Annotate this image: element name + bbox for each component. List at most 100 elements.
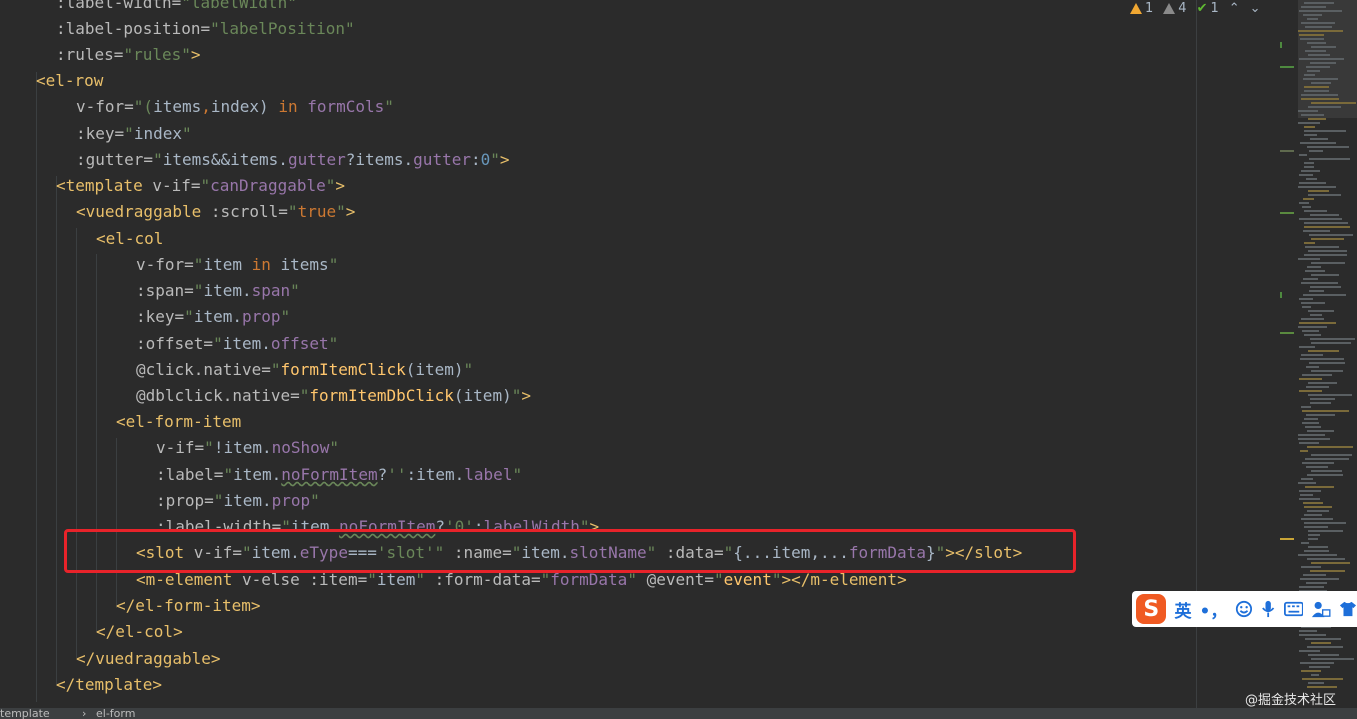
change-mark[interactable] — [1280, 332, 1294, 334]
minimap-line — [1299, 390, 1322, 392]
user-icon[interactable] — [1311, 599, 1331, 619]
warning-icon — [1130, 2, 1142, 14]
minimap-line — [1311, 238, 1344, 240]
change-mark[interactable] — [1280, 292, 1282, 298]
minimap-line — [1311, 642, 1331, 644]
ime-language[interactable]: 英 — [1174, 597, 1191, 622]
code-token: " — [512, 465, 523, 484]
smiley-icon[interactable] — [1235, 599, 1253, 619]
minimap-line — [1304, 226, 1350, 228]
code-line[interactable]: :label-width="labelWidth" — [56, 0, 297, 16]
weak-warnings-count[interactable]: 4 — [1163, 1, 1187, 16]
minimap-line — [1300, 358, 1344, 360]
minimap-line — [1301, 6, 1326, 8]
ime-punctuation[interactable]: •， — [1199, 597, 1227, 622]
code-token: " — [310, 491, 320, 510]
minimap-line — [1300, 450, 1308, 452]
code-line[interactable]: <vuedraggable :scroll="true"> — [76, 199, 355, 225]
minimap-line — [1299, 58, 1344, 60]
code-token: items — [153, 97, 202, 116]
code-token: "labelWidth" — [181, 0, 297, 12]
minimap-line — [1307, 266, 1321, 268]
minimap-line — [1305, 486, 1334, 488]
code-token: " — [200, 176, 211, 195]
code-line[interactable]: :key="item.prop" — [136, 304, 290, 330]
microphone-icon[interactable] — [1261, 599, 1275, 619]
code-token: :key= — [136, 307, 185, 326]
code-line[interactable]: :offset="item.offset" — [136, 331, 338, 357]
minimap-line — [1302, 678, 1343, 680]
minimap-line — [1300, 494, 1313, 496]
minimap-line — [1307, 510, 1329, 512]
code-token: item. — [193, 307, 242, 326]
code-token: " — [325, 176, 336, 195]
minimap-line — [1304, 526, 1328, 528]
minimap-line — [1301, 22, 1335, 24]
code-token: v-for= — [76, 97, 134, 116]
minimap-line — [1301, 98, 1339, 100]
minimap-line — [1311, 102, 1356, 104]
code-token: :label-width= — [56, 0, 182, 12]
code-token: :gutter= — [76, 150, 154, 169]
minimap-line — [1304, 74, 1315, 76]
breadcrumb-item[interactable]: el-form — [96, 708, 135, 719]
code-token: " — [336, 202, 346, 221]
minimap-line — [1310, 570, 1345, 572]
code-line[interactable]: </vuedraggable> — [76, 646, 221, 672]
code-line[interactable]: <template v-if="canDraggable"> — [56, 173, 345, 199]
warnings-count[interactable]: 1 — [1130, 1, 1153, 16]
keyboard-icon[interactable] — [1283, 600, 1304, 618]
code-token: :label= — [156, 465, 224, 484]
code-token: , — [201, 97, 211, 116]
minimap-line — [1301, 282, 1338, 284]
minimap-line — [1301, 478, 1313, 480]
ime-logo[interactable]: S — [1136, 594, 1167, 624]
code-line[interactable]: :span="item.span" — [136, 278, 300, 304]
minimap-line — [1311, 342, 1351, 344]
change-mark[interactable] — [1280, 212, 1294, 214]
code-line[interactable]: :gutter="items&&items.gutter?items.gutte… — [76, 147, 510, 173]
code-line[interactable]: @click.native="formItemClick(item)" — [136, 357, 473, 383]
shirt-icon[interactable] — [1339, 599, 1357, 619]
code-editor[interactable]: :label-width="labelWidth":label-position… — [0, 0, 1270, 710]
code-line[interactable]: :rules="rules"> — [56, 42, 201, 68]
warning-mark[interactable] — [1280, 538, 1294, 540]
code-line[interactable]: </el-form-item> — [116, 593, 261, 619]
breadcrumb-item[interactable]: template — [0, 708, 50, 719]
minimap-line — [1299, 10, 1342, 12]
code-line[interactable]: v-for="item in items" — [136, 252, 338, 278]
arrow-up-icon[interactable]: ⌃ — [1229, 1, 1240, 16]
minimap-line — [1299, 630, 1317, 632]
code-token: ? — [377, 465, 388, 484]
code-line[interactable]: :key="index" — [76, 121, 192, 147]
code-line[interactable]: v-if="!item.noShow" — [156, 435, 339, 461]
inspection-widget[interactable]: 1 4 ✔ 1 ⌃ ⌄ — [1130, 0, 1261, 16]
code-line[interactable]: <el-form-item — [116, 409, 241, 435]
code-line[interactable]: @dblclick.native="formItemDbClick(item)"… — [136, 383, 531, 409]
code-token: gutter — [287, 150, 346, 169]
minimap-line — [1309, 290, 1324, 292]
ok-count[interactable]: ✔ 1 — [1197, 1, 1219, 16]
code-token: "labelPosition" — [210, 19, 355, 38]
ime-toolbar[interactable]: S 英 •， — [1132, 591, 1357, 627]
minimap-line — [1311, 454, 1352, 456]
code-line[interactable]: :label="item.noFormItem?'':item.label" — [156, 462, 522, 488]
minimap-line — [1304, 126, 1315, 128]
code-token: formItemClick — [280, 360, 406, 379]
code-line[interactable]: </template> — [56, 672, 162, 698]
minimap-line — [1301, 670, 1321, 672]
change-mark[interactable] — [1280, 150, 1294, 152]
code-line[interactable]: :label-position="labelPosition" — [56, 16, 355, 42]
code-token: <template — [56, 176, 153, 195]
minimap-line — [1301, 566, 1321, 568]
change-mark[interactable] — [1280, 42, 1282, 48]
code-line[interactable]: :prop="item.prop" — [156, 488, 320, 514]
code-line[interactable]: v-for="(items,index) in formCols" — [76, 94, 394, 120]
minimap-line — [1303, 294, 1346, 296]
code-token: </vuedraggable> — [76, 649, 221, 668]
code-line[interactable]: </el-col> — [96, 619, 183, 645]
change-mark[interactable] — [1280, 66, 1294, 68]
code-line[interactable]: <el-row — [36, 68, 103, 94]
arrow-down-icon[interactable]: ⌄ — [1250, 1, 1261, 16]
code-line[interactable]: <el-col — [96, 226, 163, 252]
